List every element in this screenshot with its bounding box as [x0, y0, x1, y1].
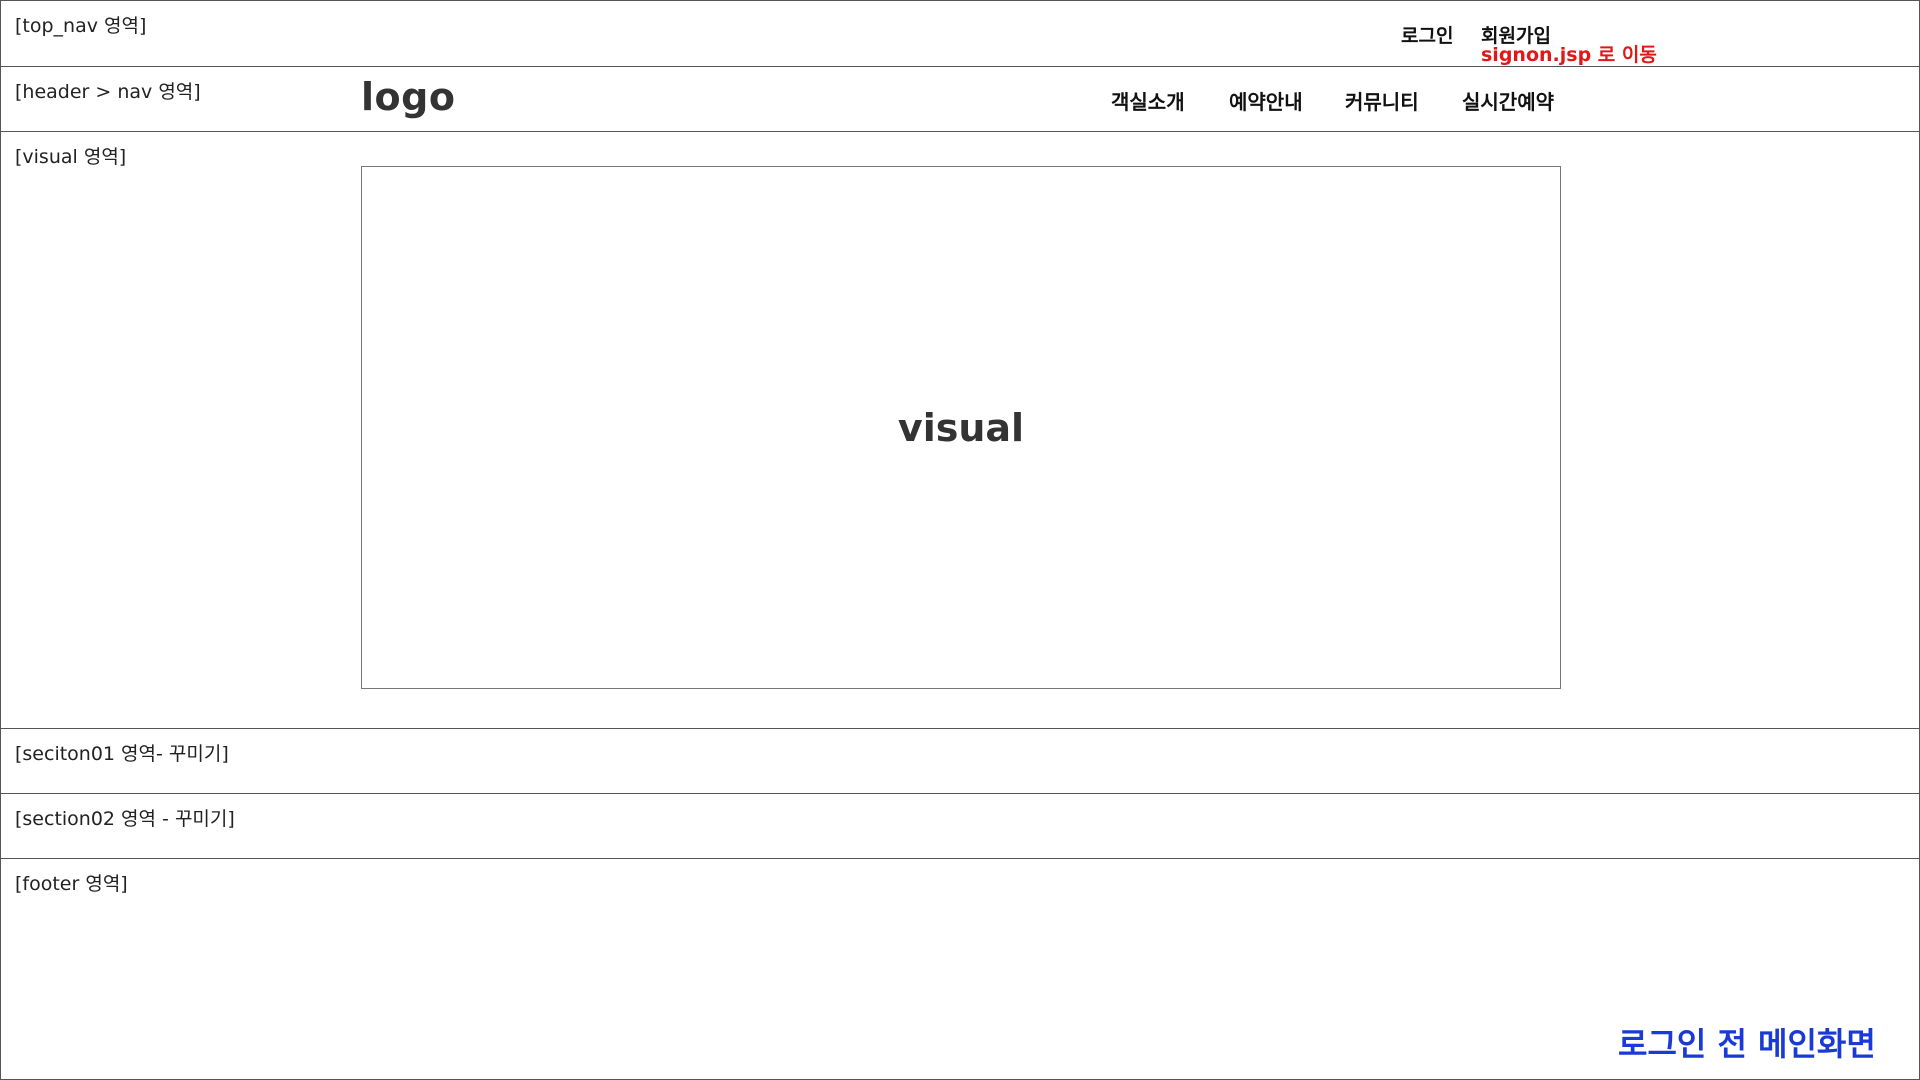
login-link[interactable]: 로그인	[1401, 21, 1453, 48]
footer-area-label: [footer 영역]	[15, 873, 128, 895]
section02-area: [section02 영역 - 꾸미기]	[1, 793, 1920, 858]
nav-item-rooms[interactable]: 객실소개	[1111, 86, 1185, 115]
section01-area: [seciton01 영역- 꾸미기]	[1, 728, 1920, 793]
nav-item-live-reservation[interactable]: 실시간예약	[1462, 86, 1554, 115]
nav-item-community[interactable]: 커뮤니티	[1345, 86, 1419, 115]
visual-placeholder-box: visual	[361, 166, 1561, 689]
page-caption: 로그인 전 메인화면	[1618, 1025, 1876, 1063]
section02-area-label: [section02 영역 - 꾸미기]	[15, 808, 235, 830]
join-link-note: signon.jsp 로 이동	[1481, 44, 1657, 66]
section01-area-label: [seciton01 영역- 꾸미기]	[15, 743, 229, 765]
visual-area: [visual 영역] visual	[1, 131, 1920, 728]
footer-area: [footer 영역] 로그인 전 메인화면	[1, 858, 1920, 1080]
wireframe-frame: [top_nav 영역] 로그인 회원가입 signon.jsp 로 이동 [h…	[0, 0, 1920, 1080]
logo[interactable]: logo	[361, 75, 455, 119]
top-nav-area-label: [top_nav 영역]	[15, 15, 147, 37]
top-nav-area: [top_nav 영역] 로그인 회원가입 signon.jsp 로 이동	[1, 1, 1920, 66]
visual-placeholder-text: visual	[897, 405, 1025, 450]
nav-item-reservation-guide[interactable]: 예약안내	[1229, 86, 1303, 115]
header-area-label: [header > nav 영역]	[15, 81, 201, 103]
header-nav-area: [header > nav 영역] logo 객실소개 예약안내 커뮤니티 실시…	[1, 66, 1920, 131]
visual-area-label: [visual 영역]	[15, 146, 127, 168]
